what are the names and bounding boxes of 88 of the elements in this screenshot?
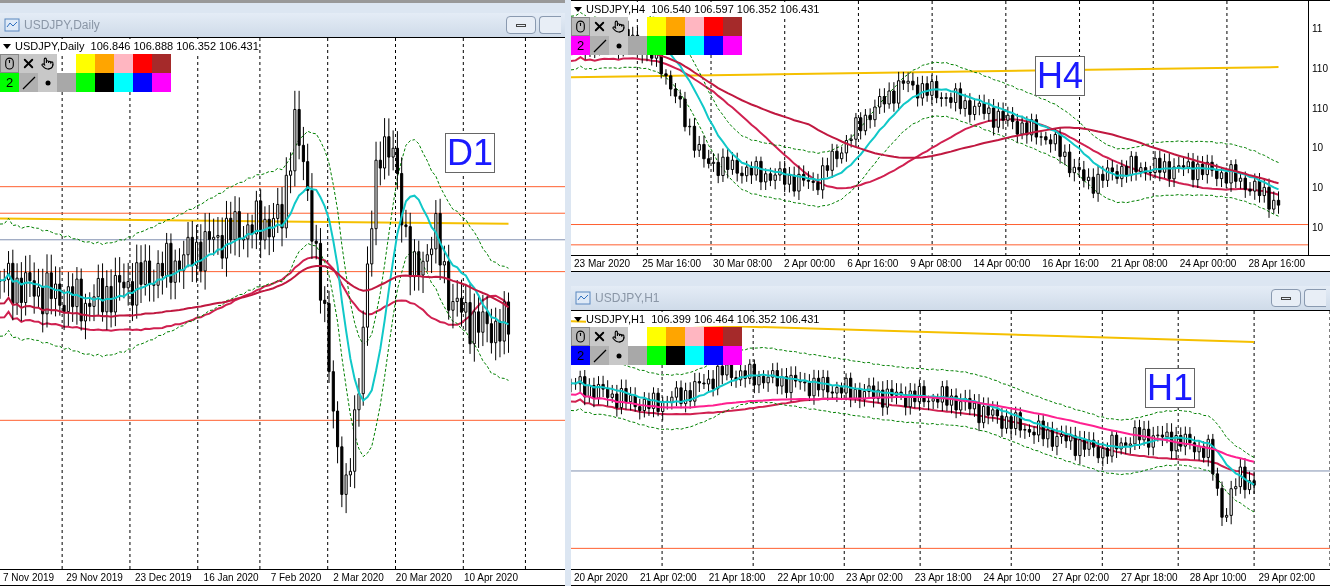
mouse-icon[interactable] — [571, 327, 590, 346]
price-axis-label: 10 — [1311, 220, 1325, 235]
color-swatch[interactable] — [133, 54, 152, 73]
color-swatch[interactable] — [114, 54, 133, 73]
price-axis-label: 10 — [1311, 180, 1325, 195]
color-swatch[interactable] — [723, 327, 742, 346]
time-axis-label: 27 Apr 02:00 — [1052, 571, 1109, 585]
minimize-button[interactable] — [1271, 289, 1301, 307]
time-axis-label: 23 Apr 18:00 — [914, 571, 972, 585]
color-swatch[interactable] — [114, 73, 133, 92]
time-axis-label: 2 Apr 00:00 — [784, 257, 836, 271]
time-axis-label: 29 Apr 02:00 — [1258, 571, 1316, 585]
time-axis-label: 21 Apr 02:00 — [639, 571, 697, 585]
price-axis-label: 10 — [1311, 141, 1325, 156]
time-axis-label: 30 Mar 08:00 — [713, 257, 773, 271]
timeframe-label: H1 — [1145, 368, 1196, 408]
color-swatch[interactable] — [666, 17, 685, 36]
time-axis-label: 14 Apr 00:00 — [973, 257, 1031, 271]
minimize-button[interactable] — [506, 16, 536, 34]
color-swatch[interactable] — [647, 327, 666, 346]
color-swatch[interactable] — [685, 36, 704, 55]
time-axis-label: 16 Apr 16:00 — [1042, 257, 1099, 271]
close-icon[interactable] — [19, 54, 38, 73]
mouse-icon[interactable] — [571, 17, 590, 36]
time-axis-label: 2 Mar 2020 — [333, 571, 384, 585]
color-swatch[interactable] — [685, 346, 704, 365]
close-icon[interactable] — [590, 327, 609, 346]
color-swatch[interactable] — [723, 36, 742, 55]
time-axis-label: 21 Apr 08:00 — [1110, 257, 1168, 271]
color-swatch[interactable] — [666, 36, 685, 55]
price-axis-label: 110 — [1311, 101, 1329, 116]
time-axis-label: 21 Apr 18:00 — [708, 571, 766, 585]
time-axis-label: 7 Feb 2020 — [270, 571, 322, 585]
color-swatch[interactable] — [133, 73, 152, 92]
window-title: USDJPY,H1 — [595, 290, 660, 307]
color-swatch[interactable] — [95, 73, 114, 92]
line-tool-icon[interactable] — [590, 346, 609, 365]
time-axis-label: 28 Apr 10:00 — [1189, 571, 1247, 585]
price-axis-label: 110 — [1311, 62, 1329, 76]
time-axis-label: 24 Apr 00:00 — [1179, 257, 1237, 271]
time-axis-label: 23 Mar 2020 — [574, 257, 631, 271]
line-width-indicator[interactable]: 2 — [0, 73, 19, 92]
timeframe-label: H4 — [1035, 56, 1086, 96]
time-axis-label: 22 Apr 10:00 — [777, 571, 835, 585]
mouse-icon[interactable] — [0, 54, 19, 73]
time-axis-label: 23 Dec 2019 — [134, 571, 192, 585]
color-swatch[interactable] — [704, 36, 723, 55]
color-swatch[interactable] — [723, 17, 742, 36]
maximize-button[interactable] — [539, 16, 561, 34]
color-swatch[interactable] — [152, 54, 171, 73]
time-axis-label: 24 Apr 10:00 — [983, 571, 1041, 585]
close-icon[interactable] — [590, 17, 609, 36]
color-swatch[interactable] — [704, 17, 723, 36]
window-title: USDJPY,Daily — [24, 17, 100, 34]
line-tool-icon[interactable] — [19, 73, 38, 92]
time-axis-label: 7 Nov 2019 — [3, 571, 55, 585]
chart-window-icon — [575, 291, 591, 305]
color-swatch[interactable] — [76, 73, 95, 92]
color-swatch[interactable] — [647, 346, 666, 365]
color-swatch[interactable] — [723, 346, 742, 365]
color-swatch[interactable] — [685, 17, 704, 36]
color-swatch[interactable] — [704, 346, 723, 365]
time-axis-label: 27 Apr 18:00 — [1120, 571, 1178, 585]
color-swatch[interactable] — [647, 36, 666, 55]
time-axis-label: 28 Apr 16:00 — [1248, 257, 1306, 271]
time-axis-label: 6 Apr 16:00 — [847, 257, 899, 271]
color-swatch[interactable] — [152, 73, 171, 92]
time-axis-label: 29 Nov 2019 — [66, 571, 123, 585]
time-axis-label: 25 Mar 16:00 — [642, 257, 702, 271]
time-axis-label: 23 Apr 02:00 — [846, 571, 903, 585]
time-axis-label: 16 Jan 2020 — [203, 571, 259, 585]
time-axis-label: 20 Mar 2020 — [395, 571, 452, 585]
maximize-button[interactable] — [1304, 289, 1326, 307]
time-axis-label: 9 Apr 08:00 — [910, 257, 962, 271]
time-axis-label: 20 Apr 2020 — [574, 571, 628, 585]
color-swatch[interactable] — [666, 346, 685, 365]
time-axis-label: 10 Apr 2020 — [464, 571, 518, 585]
chart-window-icon — [4, 18, 20, 32]
line-width-indicator[interactable]: 2 — [571, 36, 590, 55]
color-swatch[interactable] — [95, 54, 114, 73]
color-swatch[interactable] — [666, 327, 685, 346]
color-swatch[interactable] — [647, 17, 666, 36]
price-axis-label: 11 — [1311, 22, 1324, 37]
line-tool-icon[interactable] — [590, 36, 609, 55]
color-swatch[interactable] — [76, 54, 95, 73]
color-swatch[interactable] — [685, 327, 704, 346]
timeframe-label: D1 — [445, 133, 496, 173]
color-swatch[interactable] — [704, 327, 723, 346]
